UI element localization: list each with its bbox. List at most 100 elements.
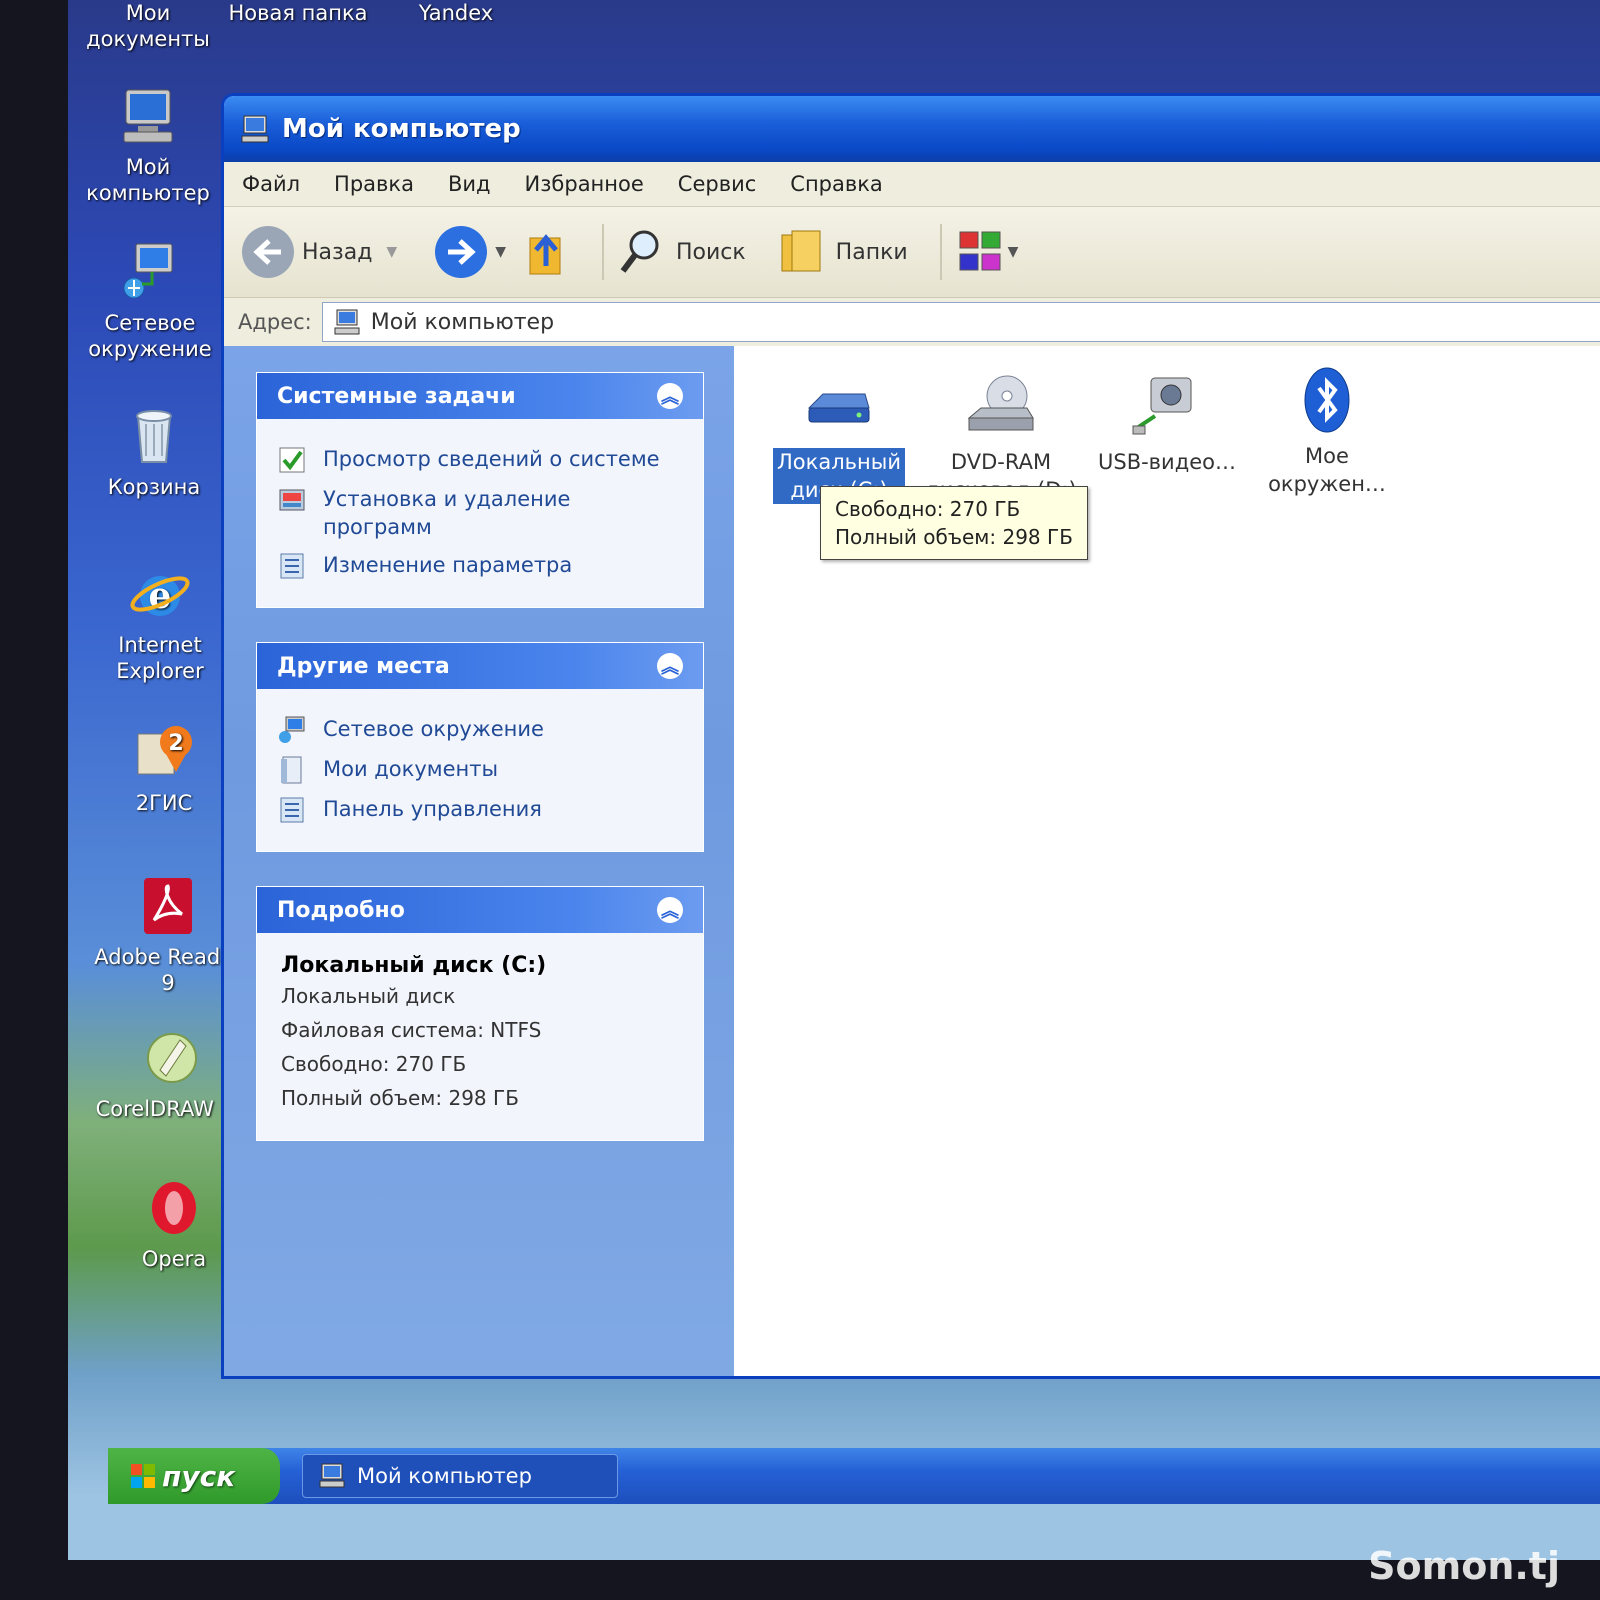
menu-view[interactable]: Вид: [448, 172, 491, 196]
task-change-setting[interactable]: Изменение параметра: [277, 551, 683, 581]
back-dropdown-icon[interactable]: ▼: [386, 244, 397, 260]
panel-title: Другие места: [277, 653, 450, 679]
back-arrow-icon: [242, 226, 294, 278]
address-field[interactable]: Мой компьютер: [321, 302, 1600, 342]
place-label: Панель управления: [323, 797, 542, 821]
address-bar: Адрес: Мой компьютер: [224, 298, 1600, 347]
add-remove-programs-icon: [279, 489, 305, 511]
desktop-icon-internet-explorer[interactable]: e Internet Explorer: [80, 562, 240, 684]
toolbar-separator: [939, 224, 942, 280]
task-add-remove-programs[interactable]: Установка и удаление программ: [277, 485, 683, 541]
windows-logo-icon: [131, 1464, 155, 1488]
drive-tooltip: Свободно: 270 ГБ Полный объем: 298 ГБ: [820, 486, 1088, 560]
drive-c-item[interactable]: Локальный диск (C:): [754, 372, 924, 504]
toolbar-separator: [601, 224, 604, 280]
recycle-bin-icon: [136, 410, 172, 463]
folders-icon: [781, 230, 821, 272]
forward-button[interactable]: ▼: [435, 226, 506, 278]
taskbar-item-my-computer[interactable]: Мой компьютер: [302, 1454, 618, 1498]
task-label: Установка и удаление программ: [323, 487, 571, 539]
menu-help[interactable]: Справка: [790, 172, 883, 196]
desktop-icon-label: Корзина: [107, 475, 201, 499]
menu-file[interactable]: Файл: [242, 172, 300, 196]
panel-body: Сетевое окружение Мои документы Панель у…: [257, 689, 703, 851]
bluetooth-item[interactable]: Мое окружен…: [1242, 366, 1412, 498]
search-button[interactable]: Поиск: [618, 227, 746, 277]
desktop-icon-yandex[interactable]: Yandex: [376, 0, 536, 26]
address-label: Адрес:: [238, 310, 312, 334]
opera-icon: [152, 1182, 196, 1234]
desktop-icon-label: Новая папка: [228, 1, 368, 25]
system-tasks-header[interactable]: Системные задачи ︽: [257, 373, 703, 419]
place-control-panel[interactable]: Панель управления: [277, 795, 683, 825]
views-button[interactable]: ▼: [956, 228, 1019, 276]
menu-favorites[interactable]: Избранное: [525, 172, 644, 196]
system-info-icon: [279, 447, 305, 473]
dvd-drive-icon: [967, 375, 1034, 431]
up-folder-icon: [529, 234, 561, 275]
internet-explorer-icon: e: [130, 575, 190, 617]
details-total: Полный объем: 298 ГБ: [281, 1086, 519, 1110]
window-titlebar[interactable]: Мой компьютер: [224, 96, 1600, 162]
folders-button[interactable]: Папки: [778, 227, 908, 277]
menu-tools[interactable]: Сервис: [678, 172, 756, 196]
my-computer-window: Мой компьютер Файл Правка Вид Избранное …: [224, 96, 1600, 1376]
task-view-system-info[interactable]: Просмотр сведений о системе: [277, 445, 683, 475]
control-panel-icon: [280, 553, 304, 579]
svg-text:2: 2: [168, 731, 183, 756]
details-name: Локальный диск (C:): [281, 953, 547, 978]
collapse-chevron-icon[interactable]: ︽: [657, 653, 683, 679]
menu-edit[interactable]: Правка: [334, 172, 414, 196]
task-label: Просмотр сведений о системе: [323, 447, 660, 471]
views-dropdown-icon[interactable]: ▼: [1008, 244, 1019, 260]
collapse-chevron-icon[interactable]: ︽: [657, 383, 683, 409]
desktop-icon-label: 2ГИС: [135, 791, 193, 815]
desktop-icon-my-documents[interactable]: Мои документы: [68, 0, 228, 52]
forward-dropdown-icon[interactable]: ▼: [495, 244, 506, 260]
desktop-icon-2gis[interactable]: 2 2ГИС: [84, 720, 244, 816]
item-label: USB-видео…: [1098, 450, 1236, 474]
network-icon: [279, 716, 305, 743]
menu-bar: Файл Правка Вид Избранное Сервис Справка: [224, 162, 1600, 207]
computer-icon: [241, 115, 269, 143]
toolbar: Назад ▼ ▼ Поиск Папки ▼: [224, 207, 1600, 298]
desktop-icon-recycle-bin[interactable]: Корзина: [74, 404, 234, 500]
up-folder-button[interactable]: [524, 226, 570, 278]
panel-title: Системные задачи: [277, 383, 516, 409]
usb-video-item[interactable]: USB-видео…: [1082, 372, 1252, 476]
task-label: Изменение параметра: [323, 553, 573, 577]
desktop: Мои документы Новая папка Yandex Мой ком…: [68, 0, 1600, 1560]
place-my-documents[interactable]: Мои документы: [277, 755, 683, 785]
forward-arrow-icon: [435, 226, 488, 278]
back-label: Назад: [302, 239, 373, 265]
back-button[interactable]: Назад ▼: [242, 226, 397, 278]
search-icon: [620, 230, 659, 273]
task-pane: Системные задачи ︽ Просмотр сведений о с…: [224, 346, 734, 1376]
drive-d-item[interactable]: DVD-RAM дисковод (D:): [916, 372, 1086, 504]
desktop-icon-new-folder[interactable]: Новая папка: [218, 0, 378, 26]
desktop-icon-network[interactable]: Сетевое окружение: [70, 240, 230, 362]
computer-icon: [123, 89, 173, 143]
details-header[interactable]: Подробно ︽: [257, 887, 703, 933]
desktop-icon-label: Сетевое окружение: [88, 311, 212, 361]
panel-body: Локальный диск (C:) Локальный диск Файло…: [257, 933, 703, 1140]
start-label: пуск: [162, 1459, 236, 1493]
place-network[interactable]: Сетевое окружение: [277, 715, 683, 745]
network-icon: [123, 243, 173, 299]
tooltip-free: Свободно: 270 ГБ: [835, 497, 1021, 521]
bluetooth-icon: [1304, 367, 1350, 433]
2gis-icon: 2: [137, 726, 192, 775]
details-filesystem: Файловая система: NTFS: [281, 1018, 542, 1042]
panel-body: Просмотр сведений о системе Установка и …: [257, 419, 703, 607]
folders-label: Папки: [835, 239, 908, 265]
start-button[interactable]: пуск: [108, 1448, 280, 1504]
taskbar: пуск Мой компьютер: [108, 1448, 1600, 1504]
details-panel: Подробно ︽ Локальный диск (C:) Локальный…: [256, 886, 704, 1141]
place-label: Сетевое окружение: [323, 717, 544, 741]
other-places-header[interactable]: Другие места ︽: [257, 643, 703, 689]
details-free: Свободно: 270 ГБ: [281, 1052, 467, 1076]
collapse-chevron-icon[interactable]: ︽: [657, 897, 683, 923]
search-label: Поиск: [675, 239, 746, 265]
desktop-icon-my-computer[interactable]: Мой компьютер: [68, 84, 228, 206]
address-value: Мой компьютер: [370, 309, 555, 335]
